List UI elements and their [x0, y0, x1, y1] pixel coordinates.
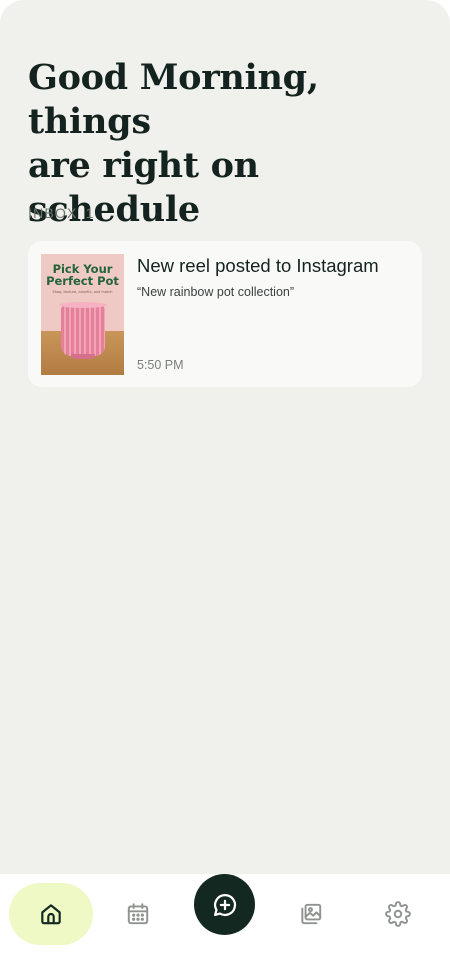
tab-settings[interactable]	[378, 894, 418, 934]
inbox-header: INBOX 1	[28, 205, 95, 221]
compose-chat-plus-icon	[213, 893, 236, 916]
greeting-line-1: Good Morning, things	[28, 57, 319, 142]
tab-home[interactable]	[9, 883, 93, 945]
thumbnail-pot-base	[71, 354, 95, 359]
inbox-label: INBOX	[28, 205, 78, 221]
home-screen: Good Morning, things are right on schedu…	[0, 0, 450, 974]
gear-icon	[385, 901, 411, 927]
notification-title: New reel posted to Instagram	[137, 255, 379, 276]
thumbnail-title-line-2: Perfect Pot	[46, 274, 119, 288]
calendar-icon	[127, 903, 149, 925]
post-thumbnail: Pick Your Perfect Pot Shop, texture, col…	[41, 254, 124, 375]
compose-button[interactable]	[194, 874, 255, 935]
notification-quote: “New rainbow pot collection”	[137, 285, 295, 299]
gallery-icon	[301, 903, 322, 925]
notification-time: 5:50 PM	[137, 358, 184, 372]
home-icon	[41, 904, 61, 925]
inbox-count: 1	[85, 205, 95, 221]
tab-calendar[interactable]	[118, 894, 158, 934]
bottom-tab-bar	[0, 874, 450, 974]
thumbnail-pot	[61, 304, 105, 356]
thumbnail-pot-rim	[59, 302, 107, 308]
thumbnail-title: Pick Your Perfect Pot	[41, 263, 124, 287]
inbox-notification-card[interactable]: Pick Your Perfect Pot Shop, texture, col…	[28, 241, 422, 387]
tab-gallery[interactable]	[291, 894, 331, 934]
thumbnail-subtitle: Shop, texture, colorful, and match	[52, 290, 113, 294]
